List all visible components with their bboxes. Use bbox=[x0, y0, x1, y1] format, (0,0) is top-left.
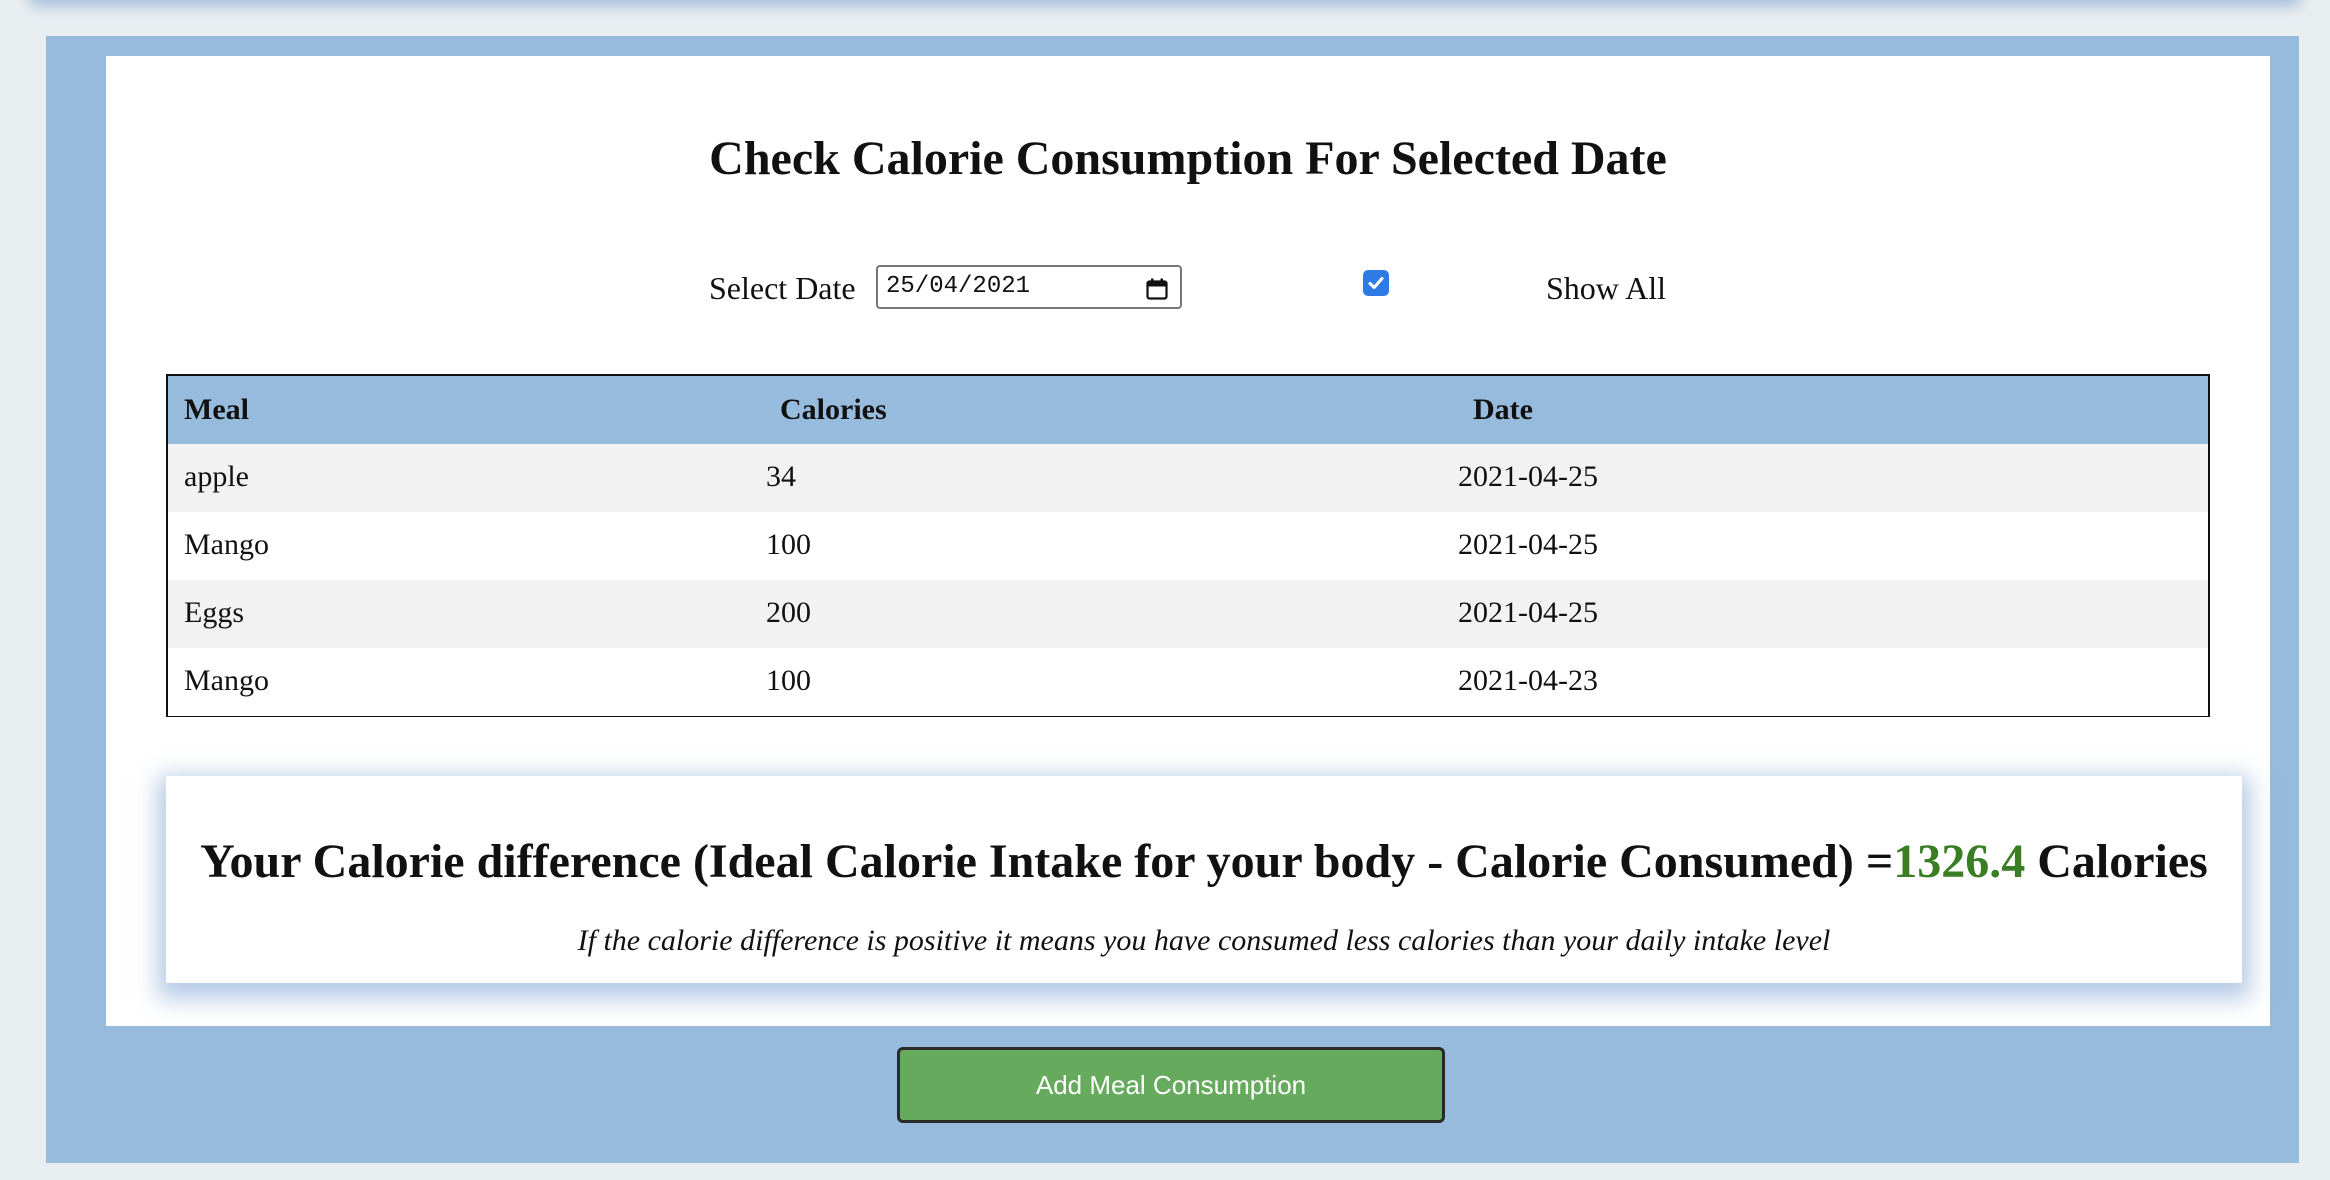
calorie-difference-note: If the calorie difference is positive it… bbox=[577, 924, 1831, 957]
cell-date: 2021-04-23 bbox=[1458, 664, 1598, 697]
table-row: Mango 100 2021-04-25 bbox=[168, 512, 2208, 580]
cell-meal: Eggs bbox=[184, 596, 244, 629]
calorie-check-card: Check Calorie Consumption For Selected D… bbox=[106, 56, 2270, 1026]
cell-date: 2021-04-25 bbox=[1458, 528, 1598, 561]
cell-calories: 34 bbox=[766, 460, 796, 493]
column-header-meal: Meal bbox=[184, 393, 249, 426]
table-row: Mango 100 2021-04-23 bbox=[168, 648, 2208, 716]
cell-date: 2021-04-25 bbox=[1458, 460, 1598, 493]
add-meal-consumption-button[interactable]: Add Meal Consumption bbox=[897, 1047, 1445, 1123]
calorie-difference-panel: Your Calorie difference (Ideal Calorie I… bbox=[166, 776, 2242, 983]
page-title: Check Calorie Consumption For Selected D… bbox=[709, 132, 1667, 185]
calorie-difference-text: Your Calorie difference (Ideal Calorie I… bbox=[166, 834, 2242, 889]
cell-calories: 100 bbox=[766, 664, 811, 697]
calendar-icon[interactable] bbox=[1146, 275, 1168, 300]
show-all-checkbox[interactable] bbox=[1363, 270, 1389, 296]
calorie-difference-value: 1326.4 bbox=[1893, 835, 2026, 888]
meal-table: Meal Calories Date apple 34 2021-04-25 M… bbox=[166, 374, 2210, 717]
column-header-calories: Calories bbox=[780, 393, 887, 426]
calorie-difference-prefix: Your Calorie difference (Ideal Calorie I… bbox=[200, 835, 1894, 888]
page-panel: Check Calorie Consumption For Selected D… bbox=[46, 36, 2299, 1163]
date-input-value: 25/04/2021 bbox=[886, 273, 1031, 300]
table-row: Eggs 200 2021-04-25 bbox=[168, 580, 2208, 648]
select-date-label: Select Date bbox=[709, 270, 856, 306]
cell-meal: apple bbox=[184, 460, 249, 493]
cell-calories: 200 bbox=[766, 596, 811, 629]
show-all-label: Show All bbox=[1546, 270, 1667, 306]
table-row: apple 34 2021-04-25 bbox=[168, 444, 2208, 512]
table-header: Meal Calories Date bbox=[168, 376, 2208, 444]
cell-date: 2021-04-25 bbox=[1458, 596, 1598, 629]
date-input[interactable]: 25/04/2021 bbox=[876, 265, 1182, 309]
checkmark-icon bbox=[1368, 277, 1384, 289]
cell-calories: 100 bbox=[766, 528, 811, 561]
calorie-difference-suffix: Calories bbox=[2025, 835, 2208, 888]
cell-meal: Mango bbox=[184, 664, 269, 697]
cell-meal: Mango bbox=[184, 528, 269, 561]
column-header-date: Date bbox=[1473, 393, 1533, 426]
